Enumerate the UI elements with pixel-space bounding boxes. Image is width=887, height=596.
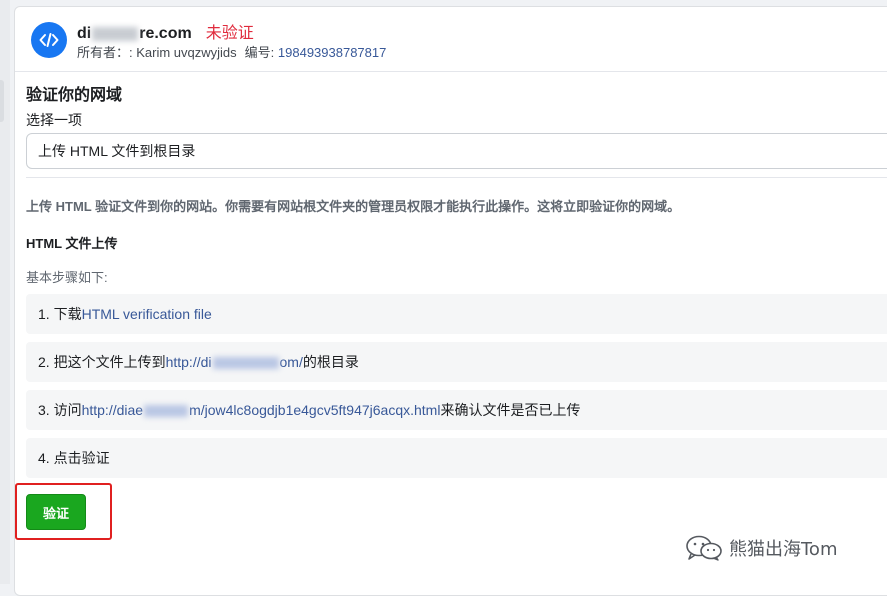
domain-verification-panel: di re.com 未验证 所有者：: Karim uvqzwyjids 编号: 1…	[14, 6, 887, 596]
domain-name: di re.com	[77, 25, 192, 42]
domain-root-link[interactable]: http://di om/	[166, 354, 303, 370]
section-title: 验证你的网域	[26, 87, 123, 104]
watermark: 熊猫出海Tom	[685, 535, 837, 561]
verification-file-link[interactable]: HTML verification file	[82, 306, 212, 322]
verify-button[interactable]: 验证	[26, 494, 86, 530]
method-description: 上传 HTML 验证文件到你的网站。你需要有网站根文件夹的管理员权限才能执行此操…	[26, 199, 681, 214]
wechat-icon	[686, 535, 722, 561]
step-upload: 2. 把这个文件上传到 http://di om/的根目录	[26, 342, 887, 382]
step-download: 1. 下载 HTML verification file	[26, 294, 887, 334]
html-upload-heading: HTML 文件上传	[26, 236, 118, 251]
step-visit: 3. 访问 http://diae m/jow4lc8ogdjb1e4gcv5ft9…	[26, 390, 887, 430]
verification-method-select[interactable]: 上传 HTML 文件到根目录	[26, 133, 887, 169]
domain-title-line: di re.com 未验证	[77, 19, 254, 43]
divider	[26, 177, 887, 178]
left-navigation-strip	[0, 0, 10, 584]
watermark-text: 熊猫出海Tom	[729, 539, 838, 560]
steps-intro: 基本步骤如下:	[26, 270, 108, 285]
verification-status-badge: 未验证	[205, 25, 254, 42]
redacted-text	[212, 357, 279, 370]
owner-label: 所有者：	[77, 45, 130, 60]
domain-header: di re.com 未验证 所有者：: Karim uvqzwyjids 编号: 1…	[15, 7, 887, 72]
id-value: 198493938787817	[277, 45, 387, 60]
id-label: 编号:	[244, 45, 275, 60]
redacted-text	[92, 26, 139, 41]
redacted-text	[144, 405, 189, 418]
code-icon	[31, 22, 67, 58]
select-label: 选择一项	[26, 112, 82, 128]
left-strip-handle[interactable]	[0, 80, 4, 122]
step-click-verify: 4. 点击验证	[26, 438, 887, 478]
select-value: 上传 HTML 文件到根目录	[38, 143, 196, 159]
uploaded-file-link[interactable]: http://diae m/jow4lc8ogdjb1e4gcv5ft947j6a…	[82, 402, 441, 418]
owner-name: : Karim uvqzwyjids	[129, 45, 237, 60]
domain-meta: 所有者：: Karim uvqzwyjids 编号: 19849393878781…	[77, 42, 386, 61]
